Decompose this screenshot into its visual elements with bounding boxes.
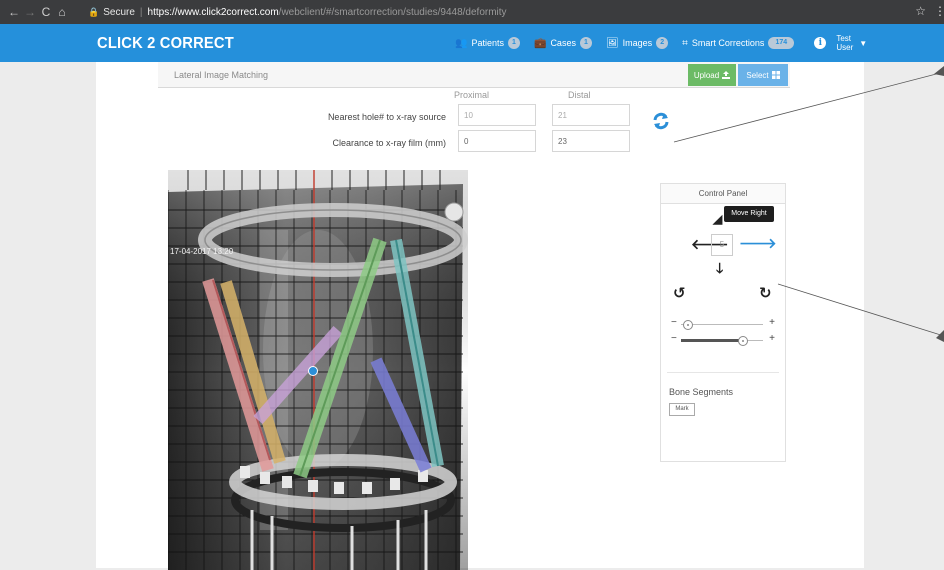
menu-icon[interactable]: ⋮ [934, 4, 942, 18]
upload-button[interactable]: Upload [688, 64, 736, 86]
column-proximal: Proximal [454, 90, 490, 100]
control-panel-title: Control Panel [661, 184, 785, 204]
nav-label: Smart Corrections [691, 38, 765, 48]
xray-image[interactable]: 17-04-2017 13:20 [168, 170, 468, 570]
user-first-name: Test [836, 34, 852, 43]
slider-minus-icon[interactable]: − [671, 317, 677, 328]
user-menu[interactable]: Test User ▼ [836, 34, 867, 52]
column-distal: Distal [568, 90, 591, 100]
nav-label: Patients [471, 38, 504, 48]
bookmark-star-icon[interactable]: ☆ [915, 4, 926, 18]
opacity-slider[interactable]: − + [671, 333, 775, 346]
nav-badge: 1 [507, 37, 520, 49]
address-bar[interactable]: 🔒 Secure | https://www.click2correct.com… [88, 4, 507, 20]
center-marker[interactable] [308, 366, 318, 376]
refresh-icon[interactable] [652, 112, 670, 130]
xray-date: 17-04-2017 13:20 [170, 247, 234, 256]
user-last-name: User [836, 43, 854, 52]
clearance-proximal-input[interactable]: 0 [458, 130, 536, 152]
upload-icon [722, 71, 731, 79]
nearest-hole-distal-input[interactable]: 21 [552, 104, 630, 126]
panel-title: Lateral Image Matching [174, 70, 269, 80]
move-right-tooltip: Move Right [724, 206, 774, 222]
browser-toolbar: ← → C ⌂ 🔒 Secure | https://www.click2cor… [0, 0, 944, 24]
clearance-label: Clearance to x-ray film (mm) [332, 138, 446, 148]
image-icon: 🖼 [605, 37, 619, 49]
back-icon[interactable]: ← [6, 5, 22, 19]
app-logo[interactable]: CLICK 2 CORRECT [97, 35, 234, 53]
browser-nav: ← → C ⌂ [6, 5, 70, 19]
upload-label: Upload [693, 70, 720, 80]
slider-plus-icon[interactable]: + [769, 317, 775, 328]
users-icon: 👥 [455, 37, 468, 49]
rotate-left-icon[interactable]: ↺ [673, 284, 686, 302]
url-host: https://www.click2correct.com [147, 6, 279, 18]
bone-segments-label: Bone Segments [669, 387, 734, 397]
nav-patients[interactable]: 👥 Patients 1 [455, 37, 520, 49]
clearance-distal-input[interactable]: 23 [552, 130, 630, 152]
briefcase-icon: 💼 [533, 37, 547, 49]
move-up-icon[interactable]: ◢ [713, 212, 722, 226]
slider-knob[interactable] [682, 320, 693, 330]
divider [667, 372, 779, 373]
info-icon[interactable]: i [814, 37, 827, 49]
step-input[interactable]: 5 [711, 234, 733, 256]
matching-form: Proximal Distal Nearest hole# to x-ray s… [96, 88, 864, 158]
main-content: Lateral Image Matching Upload Select Pro… [96, 62, 864, 570]
panel-header: Lateral Image Matching Upload Select [158, 62, 790, 88]
rotate-right-icon[interactable]: ↻ [759, 284, 772, 302]
slider-track [681, 324, 763, 325]
nearest-hole-proximal-input[interactable]: 10 [458, 104, 536, 126]
secure-label: Secure [103, 6, 135, 18]
slider-fill [681, 339, 743, 342]
nav-images[interactable]: 🖼 Images 2 [605, 37, 669, 49]
nav-smart-corrections[interactable]: ⌗ Smart Corrections 174 [682, 37, 795, 49]
calibration-marker [444, 202, 464, 222]
scan-icon: ⌗ [682, 37, 688, 49]
lock-icon: 🔒 [88, 6, 100, 17]
url-path: /webclient/#/smartcorrection/studies/944… [278, 6, 507, 18]
nav-label: Images [622, 38, 653, 48]
select-label: Select [746, 70, 769, 80]
slider-plus-icon[interactable]: + [769, 333, 775, 344]
move-down-icon[interactable]: 🡓 [716, 258, 723, 282]
app-header: CLICK 2 CORRECT 👥 Patients 1 💼 Cases 1 🖼… [0, 24, 944, 62]
slider-knob[interactable] [737, 336, 748, 346]
caret-down-icon: ▼ [859, 38, 868, 48]
nav-label: Cases [550, 38, 576, 48]
nav-badge: 1 [579, 37, 592, 49]
zoom-slider[interactable]: − + [671, 317, 775, 330]
main-nav: 👥 Patients 1 💼 Cases 1 🖼 Images 2 ⌗ Smar… [455, 24, 867, 62]
home-icon[interactable]: ⌂ [54, 5, 70, 19]
nav-badge: 2 [656, 37, 669, 49]
move-right-icon[interactable]: 🡒 [739, 235, 777, 252]
select-button[interactable]: Select [738, 64, 788, 86]
forward-icon[interactable]: → [22, 5, 38, 19]
reload-icon[interactable]: C [38, 5, 54, 19]
address-separator: | [139, 6, 143, 18]
nearest-hole-label: Nearest hole# to x-ray source [327, 112, 446, 122]
nav-badge: 174 [768, 37, 795, 49]
slider-minus-icon[interactable]: − [671, 333, 677, 344]
nav-cases[interactable]: 💼 Cases 1 [534, 37, 592, 49]
grid-icon [771, 71, 780, 79]
mark-button[interactable]: Mark [669, 403, 695, 416]
control-panel: Control Panel Move Right ◢ 🡐 5 🡒 🡓 ↺ ↻ −… [660, 183, 786, 462]
